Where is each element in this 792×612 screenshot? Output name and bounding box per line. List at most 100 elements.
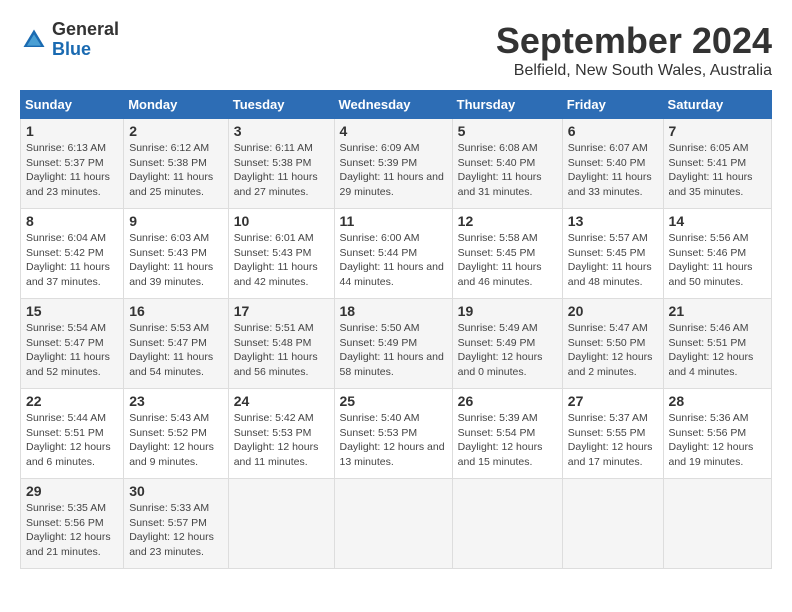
sunrise-time: 5:56 AM [710,232,749,244]
sunrise-time: 6:00 AM [381,232,420,244]
day-info: Sunrise: 6:07 AM Sunset: 5:40 PM Dayligh… [568,141,658,200]
sunset-label: Sunset: [234,427,273,439]
table-row: 3 Sunrise: 6:11 AM Sunset: 5:38 PM Dayli… [228,119,334,209]
day-number: 1 [26,123,118,139]
table-row: 28 Sunrise: 5:36 AM Sunset: 5:56 PM Dayl… [663,389,771,479]
day-number: 15 [26,303,118,319]
day-info: Sunrise: 5:50 AM Sunset: 5:49 PM Dayligh… [340,321,447,380]
sunset-time: 5:38 PM [168,157,207,169]
sunset-time: 5:53 PM [378,427,417,439]
sunrise-time: 5:40 AM [381,412,420,424]
daylight-label: Daylight: [234,351,278,363]
page-subtitle: Belfield, New South Wales, Australia [496,62,772,80]
day-info: Sunrise: 5:35 AM Sunset: 5:56 PM Dayligh… [26,501,118,560]
sunset-time: 5:40 PM [606,157,645,169]
day-number: 21 [669,303,766,319]
table-row [663,479,771,569]
sunset-time: 5:44 PM [378,247,417,259]
day-number: 10 [234,213,329,229]
calendar-week-1: 1 Sunrise: 6:13 AM Sunset: 5:37 PM Dayli… [21,119,772,209]
sunset-time: 5:48 PM [272,337,311,349]
sunset-time: 5:43 PM [168,247,207,259]
daylight-label: Daylight: [129,351,173,363]
sunrise-time: 5:33 AM [171,502,210,514]
daylight-label: Daylight: [234,441,278,453]
sunset-label: Sunset: [26,247,65,259]
day-number: 29 [26,483,118,499]
day-number: 11 [340,213,447,229]
day-info: Sunrise: 6:09 AM Sunset: 5:39 PM Dayligh… [340,141,447,200]
sunset-label: Sunset: [458,427,497,439]
sunrise-label: Sunrise: [340,412,381,424]
day-number: 22 [26,393,118,409]
day-info: Sunrise: 5:43 AM Sunset: 5:52 PM Dayligh… [129,411,223,470]
sunrise-label: Sunrise: [129,412,170,424]
sunrise-label: Sunrise: [234,142,275,154]
sunset-time: 5:49 PM [496,337,535,349]
sunrise-time: 5:53 AM [171,322,210,334]
table-row: 22 Sunrise: 5:44 AM Sunset: 5:51 PM Dayl… [21,389,124,479]
sunrise-time: 5:58 AM [499,232,538,244]
page-title: September 2024 [496,20,772,62]
sunrise-label: Sunrise: [129,232,170,244]
day-number: 14 [669,213,766,229]
daylight-label: Daylight: [26,171,70,183]
col-monday: Monday [124,91,229,119]
day-number: 2 [129,123,223,139]
day-info: Sunrise: 5:37 AM Sunset: 5:55 PM Dayligh… [568,411,658,470]
daylight-label: Daylight: [26,441,70,453]
daylight-label: Daylight: [568,171,612,183]
table-row [562,479,663,569]
sunset-label: Sunset: [26,337,65,349]
day-info: Sunrise: 5:57 AM Sunset: 5:45 PM Dayligh… [568,231,658,290]
day-number: 3 [234,123,329,139]
table-row: 21 Sunrise: 5:46 AM Sunset: 5:51 PM Dayl… [663,299,771,389]
sunset-label: Sunset: [340,247,379,259]
day-info: Sunrise: 6:03 AM Sunset: 5:43 PM Dayligh… [129,231,223,290]
calendar-body: 1 Sunrise: 6:13 AM Sunset: 5:37 PM Dayli… [21,119,772,569]
daylight-label: Daylight: [26,351,70,363]
sunrise-label: Sunrise: [234,232,275,244]
sunrise-label: Sunrise: [26,322,67,334]
day-number: 28 [669,393,766,409]
day-info: Sunrise: 5:53 AM Sunset: 5:47 PM Dayligh… [129,321,223,380]
sunset-time: 5:50 PM [606,337,645,349]
day-info: Sunrise: 5:54 AM Sunset: 5:47 PM Dayligh… [26,321,118,380]
logo: General Blue [20,20,119,60]
day-info: Sunrise: 5:49 AM Sunset: 5:49 PM Dayligh… [458,321,557,380]
sunrise-label: Sunrise: [129,142,170,154]
table-row: 1 Sunrise: 6:13 AM Sunset: 5:37 PM Dayli… [21,119,124,209]
sunset-label: Sunset: [669,337,708,349]
table-row: 12 Sunrise: 5:58 AM Sunset: 5:45 PM Dayl… [452,209,562,299]
table-row: 19 Sunrise: 5:49 AM Sunset: 5:49 PM Dayl… [452,299,562,389]
daylight-label: Daylight: [458,351,502,363]
daylight-label: Daylight: [340,441,384,453]
sunrise-label: Sunrise: [458,322,499,334]
sunset-label: Sunset: [568,337,607,349]
daylight-label: Daylight: [129,441,173,453]
table-row: 24 Sunrise: 5:42 AM Sunset: 5:53 PM Dayl… [228,389,334,479]
day-info: Sunrise: 6:04 AM Sunset: 5:42 PM Dayligh… [26,231,118,290]
day-info: Sunrise: 5:56 AM Sunset: 5:46 PM Dayligh… [669,231,766,290]
sunrise-label: Sunrise: [458,142,499,154]
table-row: 5 Sunrise: 6:08 AM Sunset: 5:40 PM Dayli… [452,119,562,209]
header-row: Sunday Monday Tuesday Wednesday Thursday… [21,91,772,119]
sunset-time: 5:46 PM [707,247,746,259]
table-row: 27 Sunrise: 5:37 AM Sunset: 5:55 PM Dayl… [562,389,663,479]
daylight-label: Daylight: [669,171,713,183]
page-header: General Blue September 2024 Belfield, Ne… [20,20,772,80]
logo-icon [20,26,48,54]
sunset-time: 5:43 PM [272,247,311,259]
calendar-week-5: 29 Sunrise: 5:35 AM Sunset: 5:56 PM Dayl… [21,479,772,569]
table-row [334,479,452,569]
sunrise-label: Sunrise: [340,142,381,154]
sunset-label: Sunset: [669,247,708,259]
table-row: 29 Sunrise: 5:35 AM Sunset: 5:56 PM Dayl… [21,479,124,569]
sunrise-time: 5:44 AM [67,412,106,424]
sunset-label: Sunset: [458,247,497,259]
sunrise-time: 6:01 AM [275,232,314,244]
day-info: Sunrise: 6:13 AM Sunset: 5:37 PM Dayligh… [26,141,118,200]
table-row: 20 Sunrise: 5:47 AM Sunset: 5:50 PM Dayl… [562,299,663,389]
sunrise-label: Sunrise: [26,502,67,514]
sunset-label: Sunset: [669,157,708,169]
